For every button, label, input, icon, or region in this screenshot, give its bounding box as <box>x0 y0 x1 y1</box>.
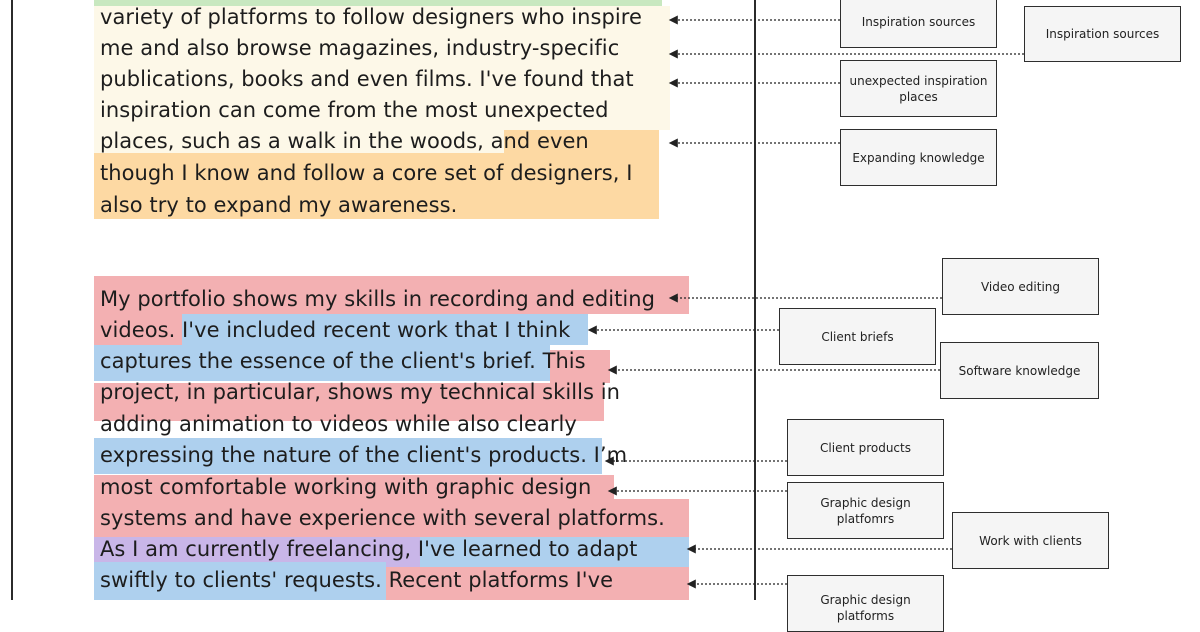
annotation-inspiration-sources-2: Inspiration sources <box>1024 6 1181 62</box>
annotation-graphic-design-platforms: Graphic design platfomrs <box>787 482 944 539</box>
annotation-unexpected-inspiration-places: unexpected inspiration places <box>840 60 997 117</box>
annotation-work-with-clients: Work with clients <box>952 512 1109 569</box>
annotation-client-briefs: Client briefs <box>779 308 936 365</box>
annotation-graphic-design-platforms-partial: Graphic design platforms <box>787 575 944 632</box>
annotation-expanding-knowledge: Expanding knowledge <box>840 129 997 186</box>
annotation-inspiration-sources: Inspiration sources <box>840 0 997 48</box>
annotation-video-editing: Video editing <box>942 258 1099 315</box>
annotation-software-knowledge: Software knowledge <box>940 342 1099 399</box>
annotation-client-products: Client products <box>787 419 944 476</box>
